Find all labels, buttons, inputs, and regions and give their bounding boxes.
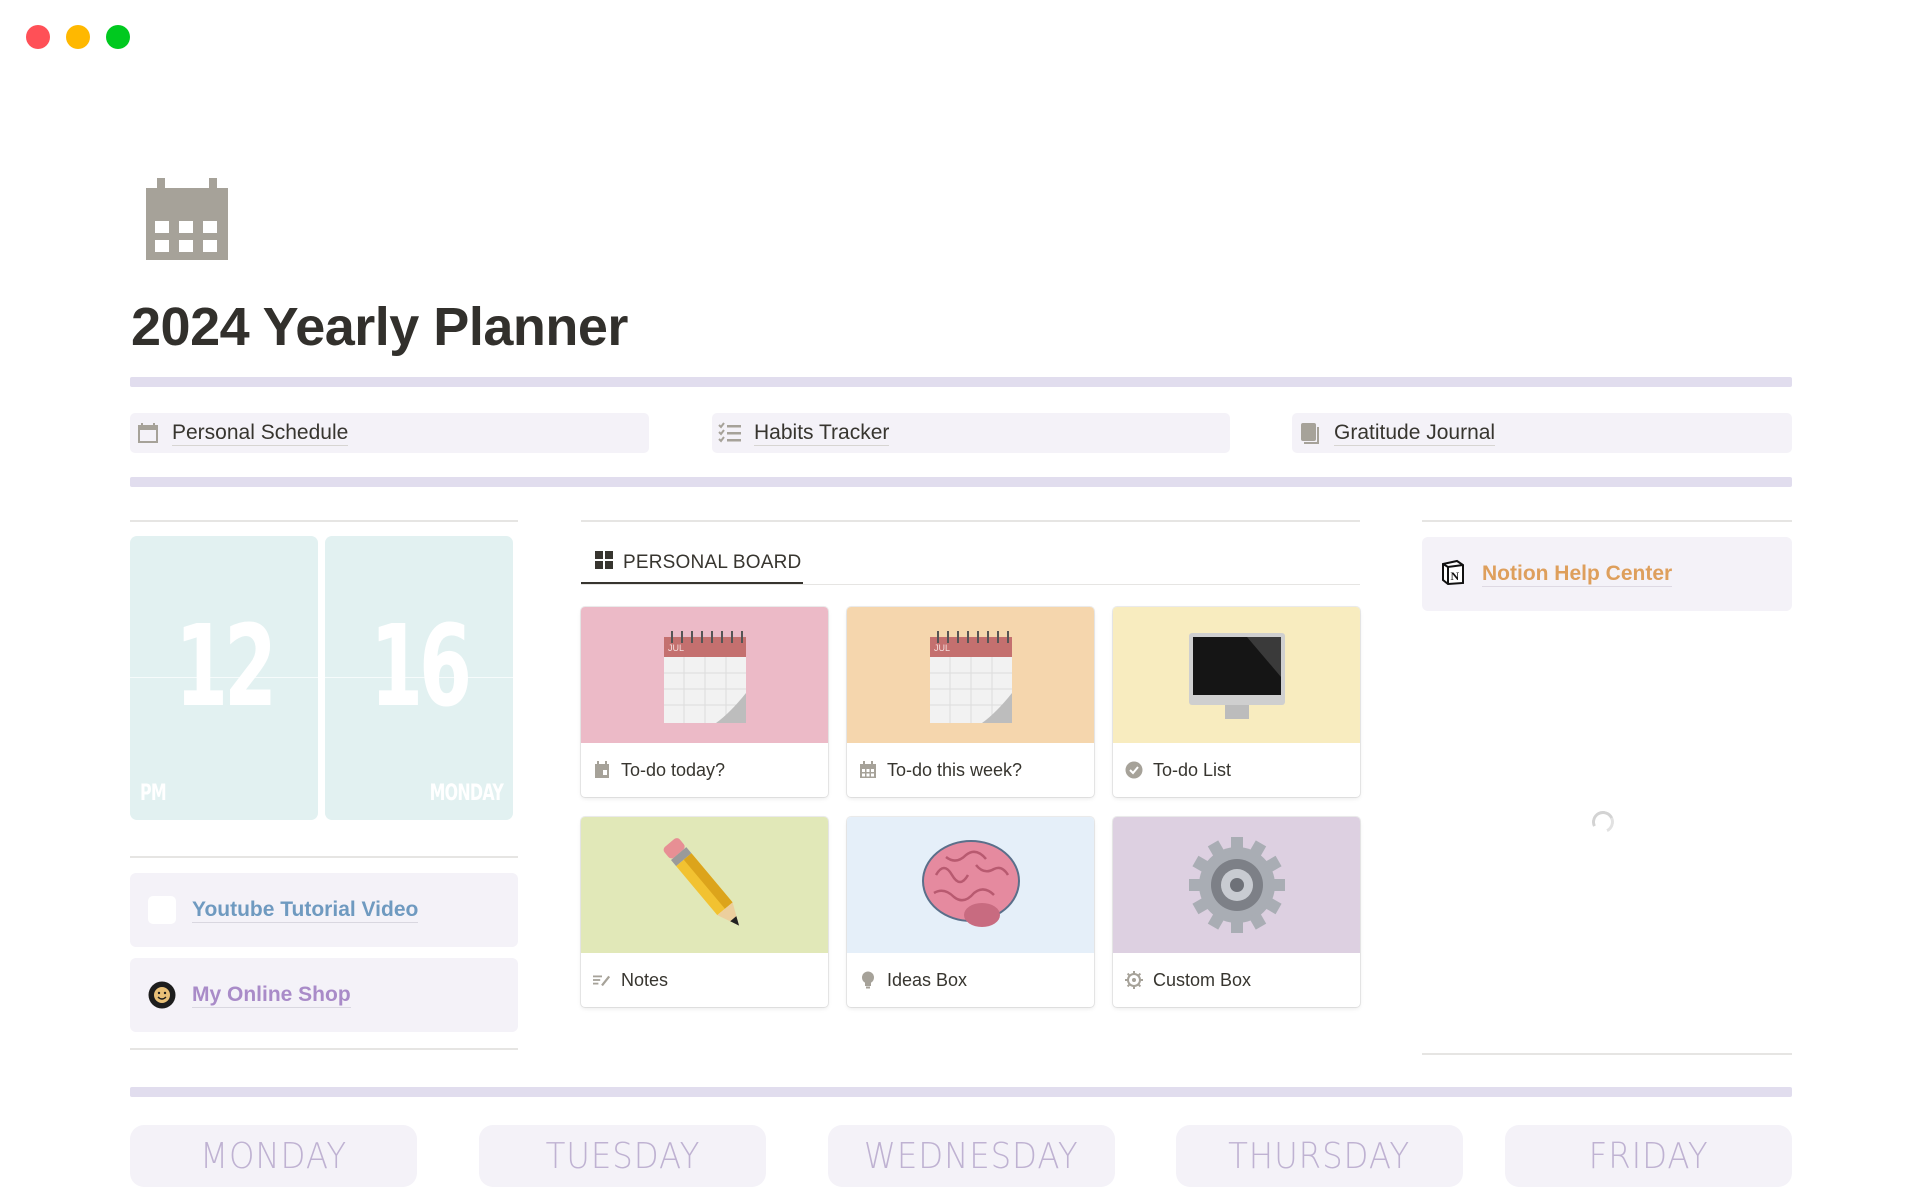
- card-cover: [847, 817, 1094, 953]
- svg-text:N: N: [1451, 569, 1460, 583]
- card-cover: JUL: [847, 607, 1094, 743]
- weekday-label: WEDNESDAY: [864, 1135, 1079, 1177]
- card-title: To-do this week?: [887, 759, 1023, 780]
- card-title: To-do today?: [621, 759, 726, 780]
- calendar-page-icon: [593, 761, 611, 779]
- divider: [1422, 1053, 1792, 1055]
- card-title: To-do List: [1153, 759, 1232, 780]
- clock-minute: 16: [370, 602, 472, 732]
- grid-icon: [595, 551, 613, 574]
- divider: [130, 520, 518, 522]
- tab-label: PERSONAL BOARD: [623, 551, 802, 573]
- page-title: 2024 Yearly Planner: [131, 297, 628, 357]
- loading-spinner-icon: [1588, 807, 1618, 837]
- blank-square-icon: [148, 896, 176, 924]
- lightbulb-icon: [859, 971, 877, 989]
- book-icon: [1298, 421, 1322, 445]
- checklist-icon: [718, 421, 742, 445]
- edit-lines-icon: [593, 971, 611, 989]
- link-label[interactable]: Habits Tracker: [754, 421, 890, 446]
- weekday-button-thursday[interactable]: THURSDAY: [1176, 1125, 1463, 1187]
- decorative-divider-bar: [130, 1087, 1792, 1097]
- window-maximize-button[interactable]: [106, 25, 130, 49]
- weekday-label: FRIDAY: [1588, 1135, 1709, 1177]
- gear-icon: [1125, 971, 1143, 989]
- link-gratitude-journal[interactable]: Gratitude Journal: [1292, 413, 1792, 453]
- gear-cover-icon: [1186, 835, 1287, 935]
- board-card-todo-today[interactable]: JUL To-do today?: [581, 607, 828, 797]
- weekday-button-friday[interactable]: FRIDAY: [1505, 1125, 1792, 1187]
- card-cover: [1113, 817, 1360, 953]
- weekday-button-tuesday[interactable]: TUESDAY: [479, 1125, 766, 1187]
- spiral-calendar-icon: JUL: [663, 631, 746, 723]
- clock-hour: 12: [175, 602, 277, 732]
- link-personal-schedule[interactable]: Personal Schedule: [130, 413, 649, 453]
- board-card-ideas-box[interactable]: Ideas Box: [847, 817, 1094, 1007]
- svg-text:JUL: JUL: [934, 643, 950, 653]
- tab-underline: [581, 584, 1360, 585]
- smiley-badge-icon: [148, 981, 176, 1009]
- board-card-notes[interactable]: Notes: [581, 817, 828, 1007]
- clock-hour-tile: 12 PM: [130, 536, 318, 820]
- window-close-button[interactable]: [26, 25, 50, 49]
- card-title: Ideas Box: [887, 969, 968, 990]
- board-card-custom-box[interactable]: Custom Box: [1113, 817, 1360, 1007]
- card-cover: [1113, 607, 1360, 743]
- link-notion-help-center[interactable]: N Notion Help Center: [1422, 537, 1792, 611]
- weekday-button-wednesday[interactable]: WEDNESDAY: [828, 1125, 1115, 1187]
- clock-period: PM: [140, 781, 167, 806]
- pencil-icon: [663, 838, 739, 926]
- link-label[interactable]: Youtube Tutorial Video: [192, 898, 419, 923]
- notion-logo-icon: N: [1440, 559, 1466, 590]
- card-cover: [581, 817, 828, 953]
- link-label[interactable]: Notion Help Center: [1482, 562, 1673, 587]
- link-youtube-tutorial[interactable]: Youtube Tutorial Video: [130, 873, 518, 947]
- card-cover: JUL: [581, 607, 828, 743]
- divider: [130, 1048, 518, 1050]
- decorative-divider-bar: [130, 377, 1792, 387]
- card-title: Custom Box: [1153, 969, 1252, 990]
- calendar-grid-icon: [859, 761, 877, 779]
- link-label[interactable]: Personal Schedule: [172, 421, 349, 446]
- window-minimize-button[interactable]: [66, 25, 90, 49]
- weekday-button-monday[interactable]: MONDAY: [130, 1125, 417, 1187]
- link-label[interactable]: My Online Shop: [192, 983, 351, 1008]
- link-online-shop[interactable]: My Online Shop: [130, 958, 518, 1032]
- check-circle-icon: [1125, 761, 1143, 779]
- weekday-label: TUESDAY: [545, 1135, 700, 1177]
- board-card-todo-week[interactable]: JUL To-do this week?: [847, 607, 1094, 797]
- svg-text:JUL: JUL: [668, 643, 684, 653]
- link-label[interactable]: Gratitude Journal: [1334, 421, 1496, 446]
- calendar-icon: [136, 421, 160, 445]
- divider: [130, 856, 518, 858]
- spiral-calendar-icon: JUL: [929, 631, 1012, 723]
- divider: [1422, 520, 1792, 522]
- board-card-todo-list[interactable]: To-do List: [1113, 607, 1360, 797]
- brain-icon: [921, 840, 1020, 927]
- clock-minute-tile: 16 MONDAY: [325, 536, 513, 820]
- weekday-label: THURSDAY: [1228, 1135, 1411, 1177]
- weekday-label: MONDAY: [200, 1135, 347, 1177]
- monitor-icon: [1188, 633, 1285, 719]
- clock-weekday: MONDAY: [429, 781, 503, 806]
- tab-personal-board[interactable]: PERSONAL BOARD: [581, 543, 803, 585]
- link-habits-tracker[interactable]: Habits Tracker: [712, 413, 1230, 453]
- card-title: Notes: [621, 969, 669, 990]
- decorative-divider-bar: [130, 477, 1792, 487]
- calendar-icon: [146, 178, 228, 260]
- divider: [581, 520, 1360, 522]
